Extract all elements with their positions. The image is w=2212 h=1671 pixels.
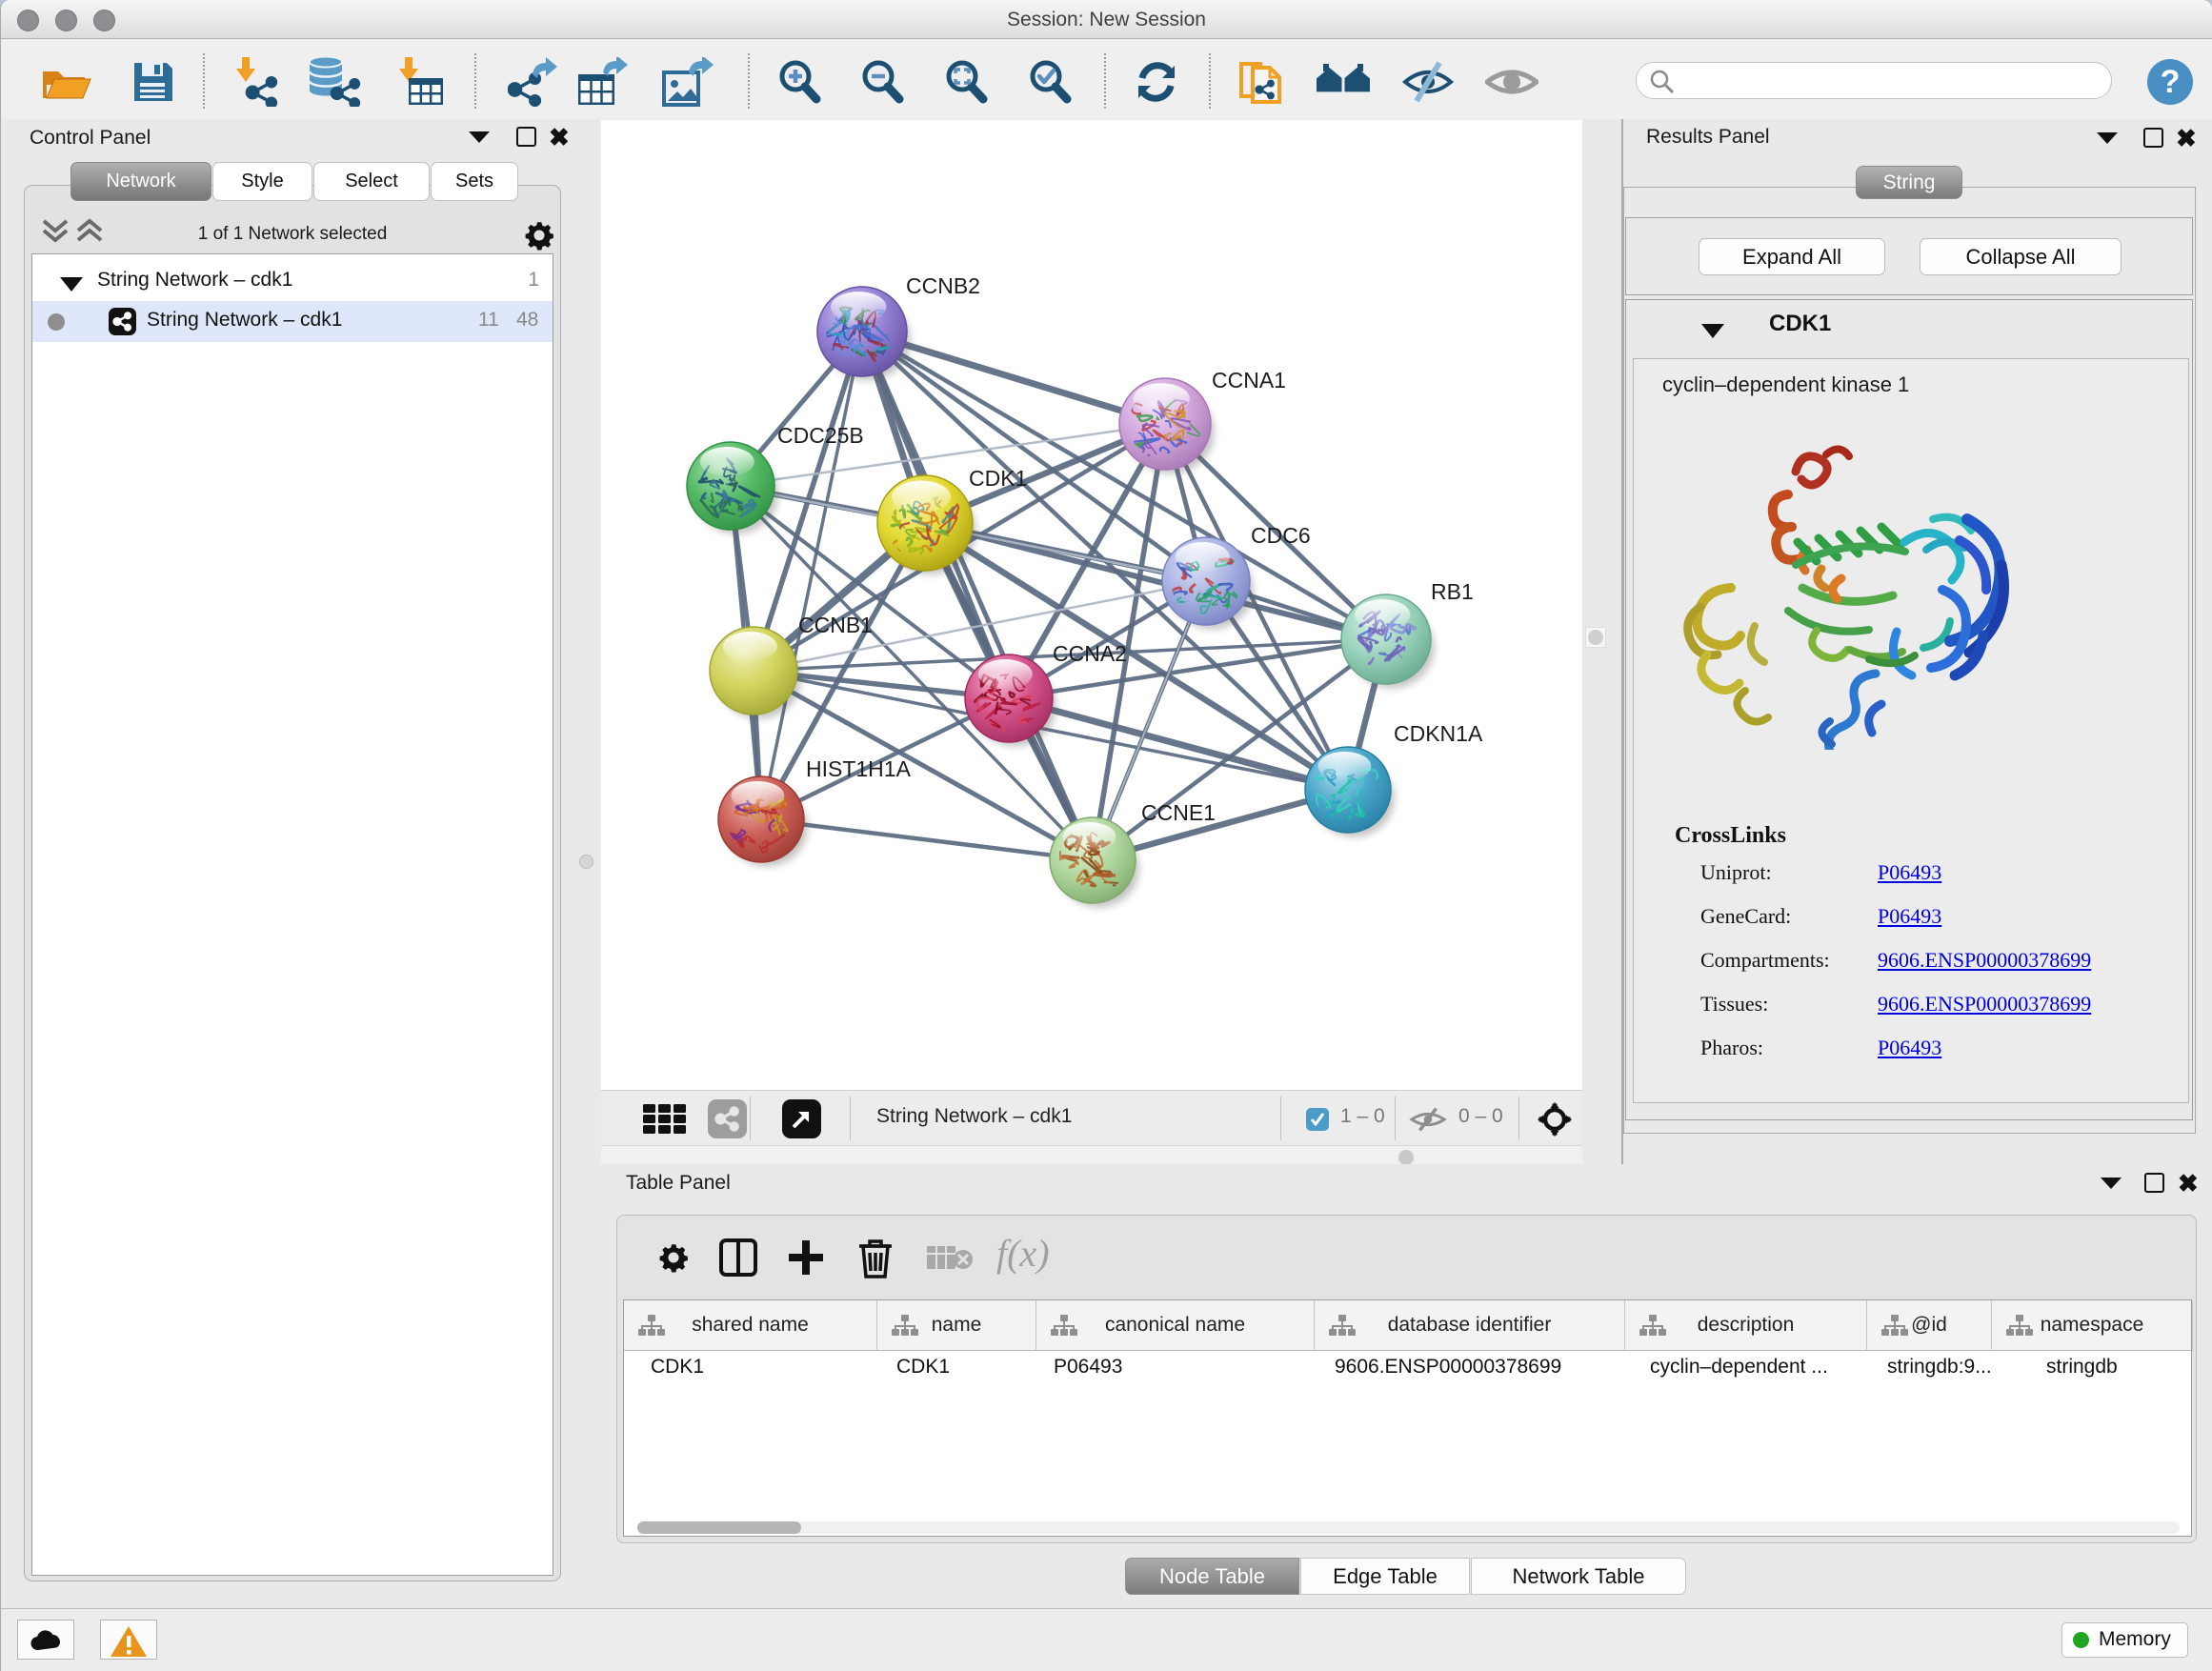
svg-text:HIST1H1A: HIST1H1A	[806, 756, 912, 781]
svg-text:CCNB2: CCNB2	[906, 273, 980, 298]
svg-text:RB1: RB1	[1431, 579, 1474, 604]
svg-text:?: ?	[2161, 64, 2181, 100]
svg-text:CDKN1A: CDKN1A	[1394, 721, 1483, 746]
svg-text:CDK1: CDK1	[969, 466, 1027, 491]
svg-text:CCNA1: CCNA1	[1212, 368, 1286, 393]
svg-text:CCNE1: CCNE1	[1141, 800, 1216, 825]
svg-text:CCNA2: CCNA2	[1053, 641, 1127, 666]
svg-text:CCNB1: CCNB1	[798, 613, 873, 637]
svg-text:CDC25B: CDC25B	[777, 423, 864, 448]
svg-text:CDC6: CDC6	[1251, 523, 1311, 548]
